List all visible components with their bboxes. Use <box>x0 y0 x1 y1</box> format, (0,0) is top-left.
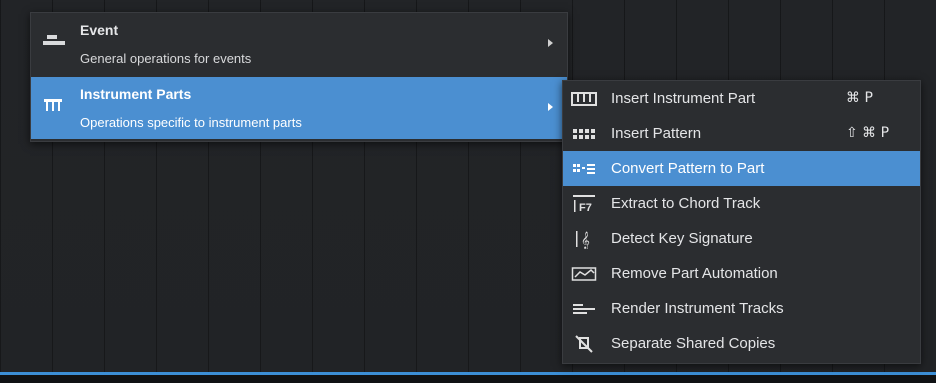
menu-item-label: Separate Shared Copies <box>611 335 776 352</box>
f7-text: F7 <box>579 202 592 214</box>
bottom-strip <box>0 375 936 383</box>
separate-copies-icon <box>571 334 597 353</box>
menu-item-remove-part-automation[interactable]: Remove Part Automation <box>563 256 920 291</box>
menu-item-label: Convert Pattern to Part <box>611 160 765 177</box>
menu-item-event[interactable]: Event General operations for events <box>31 13 567 75</box>
shortcut-label: ⌘ P <box>846 90 873 106</box>
menu-item-extract-to-chord-track[interactable]: F7 Extract to Chord Track <box>563 186 920 221</box>
clef-glyph: 𝄞 <box>581 231 590 249</box>
render-tracks-icon <box>571 299 597 318</box>
piano-keys-icon <box>571 89 597 108</box>
menu-item-detect-key-signature[interactable]: 𝄞 Detect Key Signature <box>563 221 920 256</box>
menu-item-render-instrument-tracks[interactable]: Render Instrument Tracks <box>563 291 920 326</box>
chevron-right-icon <box>548 39 553 47</box>
menu-item-instrument-parts[interactable]: Instrument Parts Operations specific to … <box>31 77 567 139</box>
menu-item-label: Extract to Chord Track <box>611 195 761 212</box>
automation-icon <box>571 264 597 283</box>
instrument-parts-icon <box>41 95 67 115</box>
chord-track-icon: F7 <box>571 194 597 214</box>
pattern-icon <box>571 124 597 143</box>
menu-item-label: Render Instrument Tracks <box>611 300 784 317</box>
menu-item-label: Insert Pattern <box>611 125 702 142</box>
menu-item-separate-shared-copies[interactable]: Separate Shared Copies <box>563 326 920 361</box>
menu-item-convert-pattern-to-part[interactable]: Convert Pattern to Part <box>563 151 920 186</box>
menu-item-label: Remove Part Automation <box>611 265 778 282</box>
menu-item-insert-instrument-part[interactable]: Insert Instrument Part ⌘ P <box>563 81 920 116</box>
shortcut-label: ⇧ ⌘ P <box>846 125 890 141</box>
chevron-right-icon <box>548 103 553 111</box>
convert-pattern-icon <box>571 159 597 178</box>
menu-item-title: Event <box>80 22 119 38</box>
menu-item-description: General operations for events <box>80 51 252 66</box>
context-menu: Event General operations for events Inst… <box>30 12 568 142</box>
menu-item-insert-pattern[interactable]: Insert Pattern ⇧ ⌘ P <box>563 116 920 151</box>
instrument-parts-submenu: Insert Instrument Part ⌘ P Insert Patter… <box>562 80 921 364</box>
menu-item-label: Insert Instrument Part <box>611 90 756 107</box>
menu-item-description: Operations specific to instrument parts <box>80 115 302 130</box>
treble-clef-icon: 𝄞 <box>571 229 597 249</box>
event-icon <box>41 31 67 51</box>
menu-item-title: Instrument Parts <box>80 86 192 102</box>
menu-item-label: Detect Key Signature <box>611 230 753 247</box>
